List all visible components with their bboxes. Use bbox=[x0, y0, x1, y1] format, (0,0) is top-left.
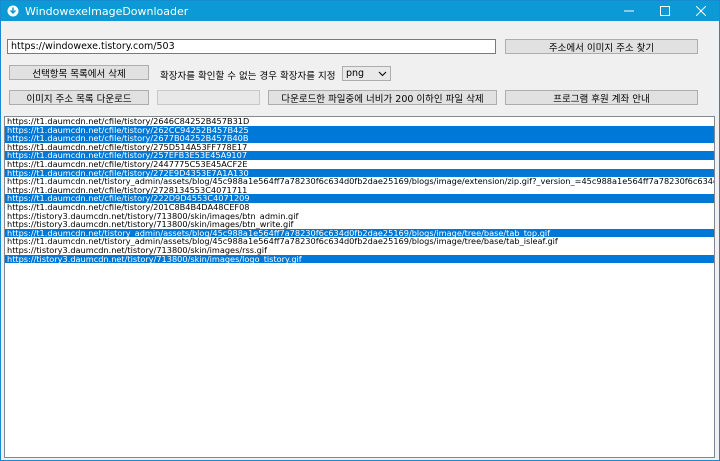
download-arrow-icon bbox=[7, 5, 19, 17]
list-item[interactable]: https://tistory3.daumcdn.net/tistory/713… bbox=[5, 220, 714, 229]
extension-select-value: png bbox=[346, 68, 365, 79]
maximize-icon bbox=[660, 6, 670, 16]
delete-small-files-button[interactable]: 다운로드한 파일중에 너비가 200 이하인 파일 삭제 bbox=[268, 90, 497, 105]
list-item[interactable]: https://tistory3.daumcdn.net/tistory/713… bbox=[5, 254, 714, 264]
find-images-button[interactable]: 주소에서 이미지 주소 찾기 bbox=[505, 39, 698, 54]
list-item[interactable]: https://t1.daumcdn.net/cfile/tistory/257… bbox=[5, 151, 714, 160]
sponsor-info-button[interactable]: 프로그램 후원 계좌 안내 bbox=[505, 90, 698, 105]
list-item[interactable]: https://t1.daumcdn.net/tistory_admin/ass… bbox=[5, 177, 714, 186]
delete-selected-button[interactable]: 선택항목 목록에서 삭제 bbox=[9, 65, 149, 80]
download-list-button[interactable]: 이미지 주소 목록 다운로드 bbox=[9, 90, 149, 105]
minimize-button[interactable] bbox=[611, 1, 647, 21]
image-url-list[interactable]: https://t1.daumcdn.net/cfile/tistory/264… bbox=[4, 116, 715, 458]
url-input[interactable]: https://windowexe.tistory.com/503 bbox=[7, 39, 496, 54]
close-button[interactable] bbox=[683, 1, 719, 21]
list-item[interactable]: https://t1.daumcdn.net/cfile/tistory/264… bbox=[5, 117, 714, 126]
blank-button[interactable] bbox=[157, 90, 260, 105]
maximize-button[interactable] bbox=[647, 1, 683, 21]
close-icon bbox=[696, 6, 706, 16]
list-item[interactable]: https://t1.daumcdn.net/cfile/tistory/267… bbox=[5, 134, 714, 143]
list-item[interactable]: https://t1.daumcdn.net/tistory_admin/ass… bbox=[5, 237, 714, 246]
list-item[interactable]: https://t1.daumcdn.net/cfile/tistory/244… bbox=[5, 160, 714, 169]
list-item[interactable]: https://t1.daumcdn.net/cfile/tistory/275… bbox=[5, 143, 714, 152]
title-bar[interactable]: WindowexeImageDownloader bbox=[1, 1, 719, 21]
list-item[interactable]: https://t1.daumcdn.net/cfile/tistory/222… bbox=[5, 194, 714, 203]
window-title: WindowexeImageDownloader bbox=[25, 4, 189, 18]
list-item[interactable]: https://t1.daumcdn.net/cfile/tistory/272… bbox=[5, 186, 714, 195]
list-item[interactable]: https://t1.daumcdn.net/cfile/tistory/262… bbox=[5, 125, 714, 135]
chevron-down-icon bbox=[378, 71, 387, 77]
extension-label: 확장자를 확인할 수 없는 경우 확장자를 지정 bbox=[160, 71, 336, 82]
list-item[interactable]: https://t1.daumcdn.net/cfile/tistory/272… bbox=[5, 168, 714, 178]
extension-select[interactable]: png bbox=[342, 66, 391, 81]
minimize-icon bbox=[624, 10, 634, 12]
list-item[interactable]: https://tistory3.daumcdn.net/tistory/713… bbox=[5, 246, 714, 255]
list-item[interactable]: https://t1.daumcdn.net/cfile/tistory/201… bbox=[5, 203, 714, 212]
list-item[interactable]: https://t1.daumcdn.net/tistory_admin/ass… bbox=[5, 228, 714, 238]
url-input-value: https://windowexe.tistory.com/503 bbox=[11, 41, 175, 52]
app-window: WindowexeImageDownloader https://windowe… bbox=[0, 0, 720, 461]
list-item[interactable]: https://tistory3.daumcdn.net/tistory/713… bbox=[5, 212, 714, 221]
